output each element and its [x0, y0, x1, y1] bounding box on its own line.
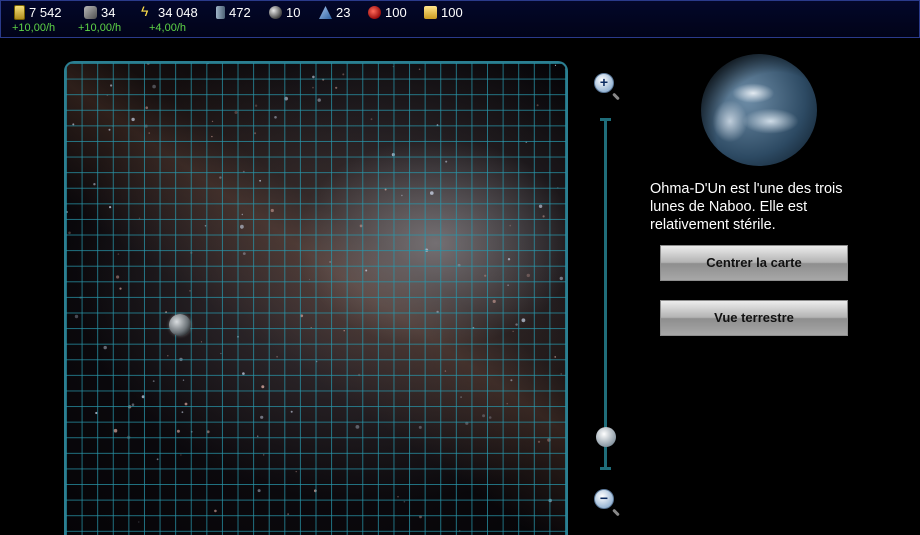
- resource-value: 7 542: [29, 5, 62, 20]
- ship-icon: [319, 6, 332, 19]
- moon-image: [701, 54, 817, 166]
- food-icon: [368, 6, 381, 19]
- galaxy-map[interactable]: [64, 61, 568, 535]
- resource-rate: +10,00/h: [12, 22, 56, 34]
- resource-credits: 7 542 +10,00/h: [12, 4, 62, 34]
- resource-value: 34: [101, 5, 116, 20]
- moon-marker-ohma-dun[interactable]: [169, 314, 191, 336]
- resource-ships: 23: [319, 4, 350, 34]
- resource-value: 23: [336, 5, 351, 20]
- resource-value: 100: [441, 5, 463, 20]
- ground-view-button[interactable]: Vue terrestre: [660, 300, 848, 336]
- ore-icon: [84, 6, 97, 19]
- resource-energy: 34 048 +4,00/h: [141, 3, 198, 34]
- resource-moons: 10: [269, 4, 300, 34]
- zoom-in-icon[interactable]: +: [594, 73, 614, 93]
- resource-gold: 100: [424, 4, 463, 34]
- zoom-out-icon[interactable]: −: [594, 489, 614, 509]
- credit-icon: [14, 5, 25, 20]
- map-grid: [66, 63, 566, 535]
- slider-bottom-cap: [600, 467, 611, 470]
- crystal-icon: [216, 6, 225, 19]
- zoom-slider-handle[interactable]: [596, 427, 616, 447]
- resource-value: 10: [286, 5, 301, 20]
- center-map-button[interactable]: Centrer la carte: [660, 245, 848, 281]
- resource-food: 100: [368, 4, 407, 34]
- resource-value: 100: [385, 5, 407, 20]
- moon-icon: [269, 6, 282, 19]
- energy-icon: [141, 3, 154, 19]
- resource-ore: 34 +10,00/h: [78, 4, 121, 34]
- zoom-slider-track[interactable]: [604, 119, 607, 469]
- resource-value: 34 048: [158, 5, 198, 20]
- resource-rate: +10,00/h: [78, 22, 122, 34]
- gold-icon: [424, 6, 437, 19]
- resource-crystal: 472: [216, 4, 251, 34]
- resource-bar: 7 542 +10,00/h 34 +10,00/h 34 048 +4,00/…: [0, 0, 920, 38]
- resource-rate: +4,00/h: [149, 22, 187, 34]
- resource-value: 472: [229, 5, 251, 20]
- moon-description: Ohma-D'Un est l'une des trois lunes de N…: [650, 181, 843, 233]
